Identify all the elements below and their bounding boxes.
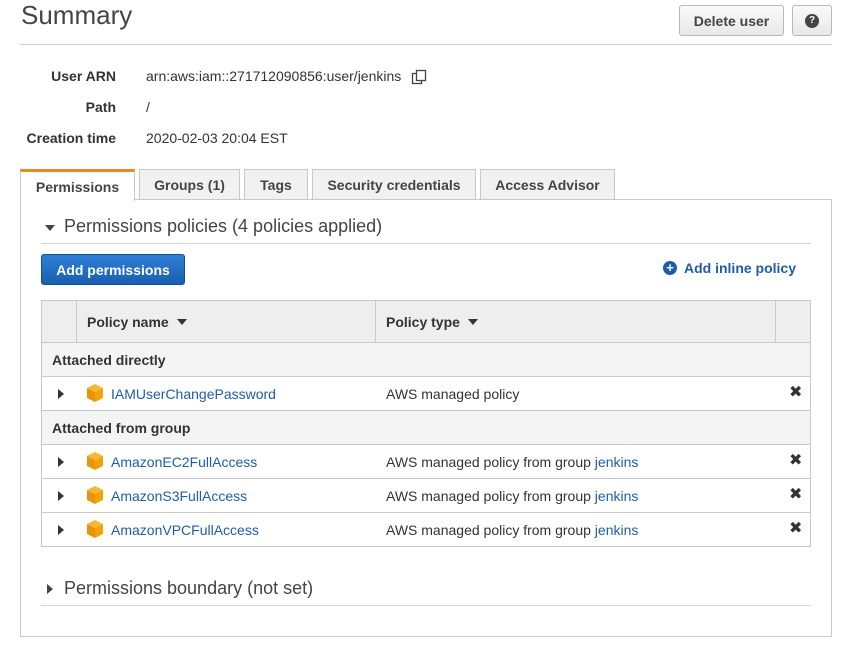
section-divider xyxy=(41,243,811,244)
policies-table: Policy name Policy type Attached directl… xyxy=(41,300,811,547)
expand-arrow-icon[interactable] xyxy=(58,389,64,399)
table-header: Policy name Policy type xyxy=(42,301,810,343)
remove-icon[interactable]: ✖ xyxy=(789,452,802,470)
policy-cube-icon xyxy=(87,486,103,504)
table-row: IAMUserChangePassword AWS managed policy… xyxy=(42,377,810,411)
policy-name-link[interactable]: IAMUserChangePassword xyxy=(111,386,276,402)
policy-type-value: AWS managed policy xyxy=(386,386,520,402)
copy-icon[interactable] xyxy=(411,69,427,85)
add-inline-policy-link[interactable]: + Add inline policy xyxy=(663,260,796,276)
delete-user-button[interactable]: Delete user xyxy=(679,5,784,36)
group-row-attached-from-group: Attached from group xyxy=(42,411,810,445)
policy-type-header-label: Policy type xyxy=(386,313,460,330)
user-arn-value: arn:aws:iam::271712090856:user/jenkins xyxy=(146,68,402,84)
permissions-policies-title[interactable]: Permissions policies (4 policies applied… xyxy=(64,216,382,237)
column-divider xyxy=(76,301,77,342)
section-divider xyxy=(41,605,811,606)
help-icon: ? xyxy=(805,13,819,28)
help-button[interactable]: ? xyxy=(792,5,832,36)
policy-cube-icon xyxy=(87,452,103,470)
collapse-arrow-icon[interactable] xyxy=(45,225,55,231)
creation-time-value: 2020-02-03 20:04 EST xyxy=(146,130,288,146)
plus-circle-icon: + xyxy=(663,261,677,275)
permissions-boundary-title[interactable]: Permissions boundary (not set) xyxy=(64,578,313,599)
expand-arrow-icon[interactable] xyxy=(47,584,53,594)
path-value: / xyxy=(146,99,150,115)
policy-type-header[interactable]: Policy type xyxy=(386,301,478,342)
tab-access-advisor[interactable]: Access Advisor xyxy=(480,169,615,200)
group-link[interactable]: jenkins xyxy=(595,488,639,504)
group-row-attached-directly: Attached directly xyxy=(42,343,810,377)
sort-caret-icon xyxy=(467,318,478,325)
remove-icon[interactable]: ✖ xyxy=(789,486,802,504)
column-divider xyxy=(775,301,776,342)
group-link[interactable]: jenkins xyxy=(595,454,639,470)
policy-name-link[interactable]: AmazonVPCFullAccess xyxy=(111,522,259,538)
policy-type-value: AWS managed policy from group jenkins xyxy=(386,454,638,470)
tab-security-credentials[interactable]: Security credentials xyxy=(312,169,476,200)
header-divider xyxy=(20,44,832,45)
table-row: AmazonVPCFullAccess AWS managed policy f… xyxy=(42,513,810,547)
path-label: Path xyxy=(85,99,116,115)
user-arn-label: User ARN xyxy=(51,68,116,84)
table-row: AmazonS3FullAccess AWS managed policy fr… xyxy=(42,479,810,513)
expand-arrow-icon[interactable] xyxy=(58,525,64,535)
group-link[interactable]: jenkins xyxy=(595,522,639,538)
page-title: Summary xyxy=(21,0,133,30)
policy-type-value: AWS managed policy from group jenkins xyxy=(386,488,638,504)
add-permissions-button[interactable]: Add permissions xyxy=(41,254,185,285)
policy-type-value: AWS managed policy from group jenkins xyxy=(386,522,638,538)
policy-name-link[interactable]: AmazonS3FullAccess xyxy=(111,488,247,504)
policy-type-text: AWS managed policy from group xyxy=(386,488,595,504)
expand-arrow-icon[interactable] xyxy=(58,491,64,501)
policy-name-header-label: Policy name xyxy=(87,313,169,330)
tab-permissions[interactable]: Permissions xyxy=(20,169,135,201)
add-inline-policy-label: Add inline policy xyxy=(684,260,797,276)
policy-name-header[interactable]: Policy name xyxy=(87,301,187,342)
expand-arrow-icon[interactable] xyxy=(58,457,64,467)
table-row: AmazonEC2FullAccess AWS managed policy f… xyxy=(42,445,810,479)
creation-time-label: Creation time xyxy=(26,130,116,146)
tab-tags[interactable]: Tags xyxy=(244,169,308,200)
policy-cube-icon xyxy=(87,384,103,402)
policy-type-text: AWS managed policy from group xyxy=(386,522,595,538)
tab-groups[interactable]: Groups (1) xyxy=(139,169,240,200)
policy-name-link[interactable]: AmazonEC2FullAccess xyxy=(111,454,257,470)
column-divider xyxy=(375,301,376,342)
policy-type-text: AWS managed policy from group xyxy=(386,454,595,470)
remove-icon[interactable]: ✖ xyxy=(789,384,802,402)
policy-cube-icon xyxy=(87,520,103,538)
sort-caret-icon xyxy=(176,318,187,325)
remove-icon[interactable]: ✖ xyxy=(789,520,802,538)
